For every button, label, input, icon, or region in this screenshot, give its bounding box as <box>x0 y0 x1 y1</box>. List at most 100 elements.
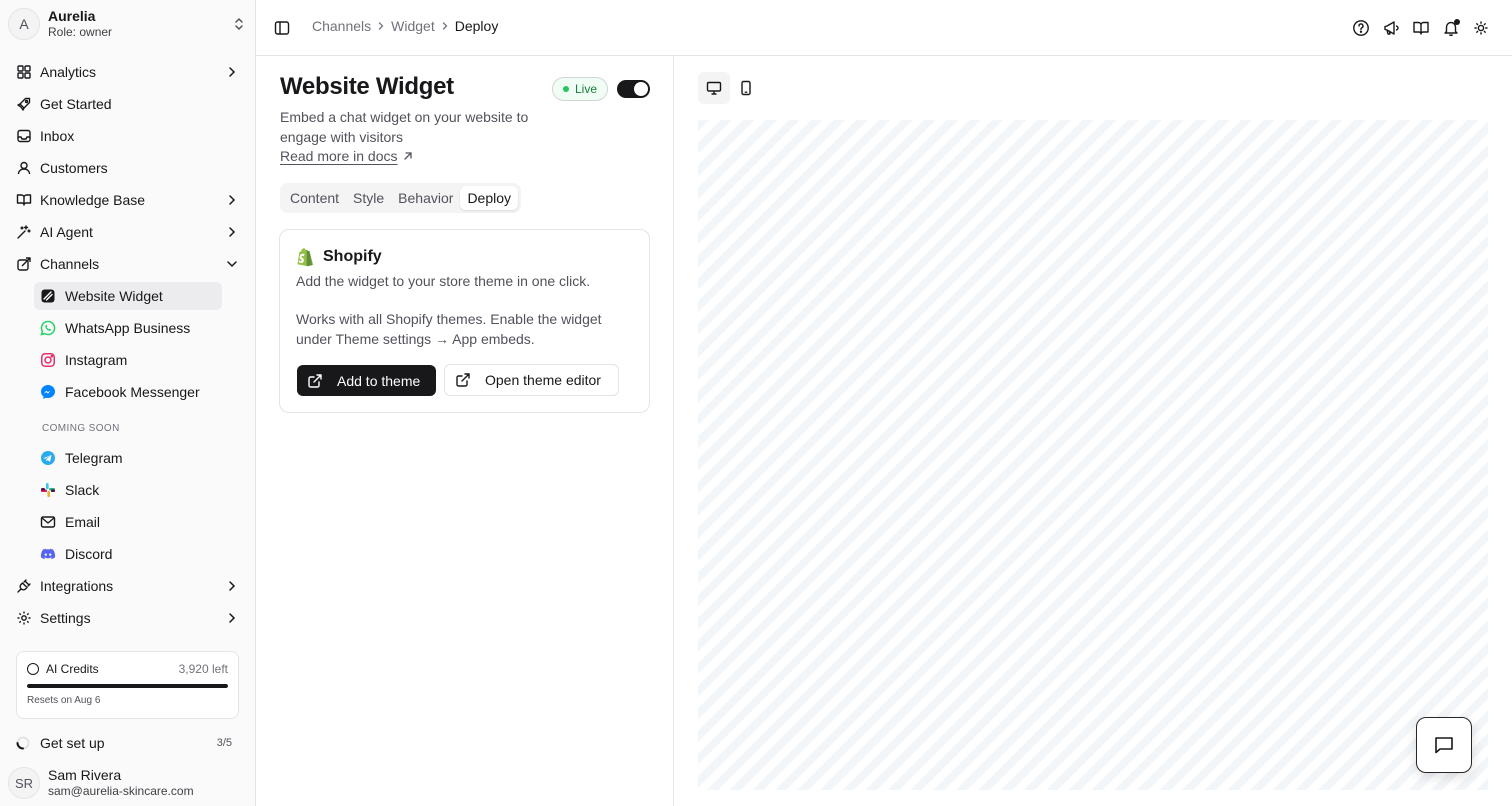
chat-bubble-icon <box>1435 737 1453 754</box>
mail-icon <box>40 514 56 530</box>
smartphone-icon <box>741 80 751 96</box>
org-avatar: A <box>8 8 40 40</box>
monitor-icon <box>706 81 722 95</box>
external-link-icon <box>455 372 471 388</box>
sidebar-item-integrations[interactable]: Integrations <box>8 572 248 600</box>
preview-canvas <box>698 120 1488 790</box>
sidebar-item-label: Customers <box>40 160 108 176</box>
status-badge: Live <box>552 77 609 101</box>
sidebar-item-label: Slack <box>65 482 100 498</box>
sidebar-item-label: Get Started <box>40 96 112 112</box>
sidebar-item-label: WhatsApp Business <box>65 320 191 336</box>
credits-reset-date: Resets on Aug 6 <box>27 695 101 706</box>
sidebar-item-customers[interactable]: Customers <box>8 154 248 182</box>
card-title: Shopify <box>323 248 382 265</box>
mobile-preview-button[interactable] <box>730 72 762 104</box>
megaphone-icon[interactable] <box>1382 19 1400 37</box>
sidebar-item-label: Inbox <box>40 128 75 144</box>
sidebar-item-telegram[interactable]: Telegram <box>34 444 222 472</box>
sidebar-item-slack[interactable]: Slack <box>34 476 222 504</box>
sidebar-item-whatsapp-business[interactable]: WhatsApp Business <box>34 314 222 342</box>
sidebar-item-website-widget[interactable]: Website Widget <box>34 282 222 310</box>
inbox-icon <box>16 128 32 144</box>
instagram-icon <box>40 352 56 368</box>
widget-enabled-toggle[interactable] <box>617 80 650 98</box>
live-dot-icon <box>563 86 569 92</box>
grid-icon <box>16 64 32 80</box>
tab-style[interactable]: Style <box>346 186 391 210</box>
open-theme-editor-button[interactable]: Open theme editor <box>444 364 619 396</box>
get-set-up[interactable]: Get set up 3/5 <box>16 732 240 754</box>
widget-icon <box>40 288 56 304</box>
sidebar-item-label: Integrations <box>40 578 114 594</box>
sidebar-item-label: Analytics <box>40 64 97 80</box>
sidebar-item-channels[interactable]: Channels <box>8 250 248 278</box>
credits-title: AI Credits <box>46 662 99 676</box>
org-switcher[interactable]: A Aurelia Role: owner <box>8 7 248 41</box>
sun-icon[interactable] <box>1472 19 1490 37</box>
sidebar-item-label: Instagram <box>65 352 128 368</box>
sidebar-item-label: Telegram <box>65 450 123 466</box>
sidebar-item-facebook-messenger[interactable]: Facebook Messenger <box>34 378 222 406</box>
top-header: Channels Widget Deploy <box>256 0 1512 56</box>
sidebar-item-get-started[interactable]: Get Started <box>8 90 248 118</box>
sidebar-item-settings[interactable]: Settings <box>8 604 248 632</box>
help-icon[interactable] <box>1352 19 1370 37</box>
slack-icon <box>40 482 56 498</box>
sidebar-item-label: Settings <box>40 610 91 626</box>
discord-icon <box>40 546 56 562</box>
setup-progress-count: 3/5 <box>216 737 232 749</box>
docs-link[interactable]: Read more in docs <box>280 148 414 164</box>
sidebar-item-label: Website Widget <box>65 288 163 304</box>
tab-behavior[interactable]: Behavior <box>391 186 460 210</box>
whatsapp-icon <box>40 320 56 336</box>
sidebar-item-instagram[interactable]: Instagram <box>34 346 222 374</box>
breadcrumb-widget[interactable]: Widget <box>391 18 435 34</box>
sidebar-item-email[interactable]: Email <box>34 508 222 536</box>
sidebar-item-knowledge-base[interactable]: Knowledge Base <box>8 186 248 214</box>
sidebar: A Aurelia Role: owner Analytics Get Star… <box>0 0 256 806</box>
user-icon <box>16 160 32 176</box>
get-set-up-label: Get set up <box>40 735 105 751</box>
tab-deploy[interactable]: Deploy <box>460 186 519 210</box>
plug-icon <box>16 578 32 594</box>
sidebar-item-discord[interactable]: Discord <box>34 540 222 568</box>
credits-ring-icon <box>27 663 39 675</box>
breadcrumb: Channels Widget Deploy <box>312 18 498 34</box>
chevron-right-icon <box>224 224 240 240</box>
chevron-right-icon <box>224 64 240 80</box>
toggle-knob <box>634 82 648 96</box>
sidebar-toggle-icon[interactable] <box>274 20 290 36</box>
channels-icon <box>16 256 32 272</box>
breadcrumb-channels[interactable]: Channels <box>312 18 371 34</box>
chevron-right-icon <box>439 20 451 32</box>
sidebar-item-analytics[interactable]: Analytics <box>8 58 248 86</box>
book-open-icon[interactable] <box>1412 19 1430 37</box>
org-role: Role: owner <box>48 25 113 39</box>
sparkles-icon <box>16 224 32 240</box>
sidebar-item-inbox[interactable]: Inbox <box>8 122 248 150</box>
org-name: Aurelia <box>48 8 96 24</box>
sidebar-item-ai-agent[interactable]: AI Agent <box>8 218 248 246</box>
bell-icon[interactable] <box>1442 19 1460 37</box>
card-note: Works with all Shopify themes. Enable th… <box>296 311 602 347</box>
external-link-icon <box>307 373 323 389</box>
sidebar-item-label: Knowledge Base <box>40 192 146 208</box>
chevron-right-icon <box>224 578 240 594</box>
status-badge-label: Live <box>575 82 598 96</box>
add-to-theme-label: Add to theme <box>337 372 421 389</box>
user-menu[interactable]: SR Sam Rivera sam@aurelia-skincare.com <box>8 766 248 800</box>
chevron-right-icon <box>224 610 240 626</box>
add-to-theme-button[interactable]: Add to theme <box>297 365 436 396</box>
rocket-icon <box>16 96 32 112</box>
desktop-preview-button[interactable] <box>698 72 730 104</box>
ai-credits-card[interactable]: AI Credits 3,920 left Resets on Aug 6 <box>16 651 239 719</box>
tab-content[interactable]: Content <box>283 186 346 210</box>
chevron-right-icon <box>375 20 387 32</box>
device-toggle <box>698 72 762 104</box>
chat-launcher-button[interactable] <box>1416 717 1472 773</box>
widget-config-panel: Website Widget Live Embed a chat widget … <box>256 56 674 806</box>
credits-progress-bar <box>27 684 228 688</box>
progress-spinner-icon <box>16 736 30 750</box>
config-tabs: Content Style Behavior Deploy <box>280 183 522 213</box>
